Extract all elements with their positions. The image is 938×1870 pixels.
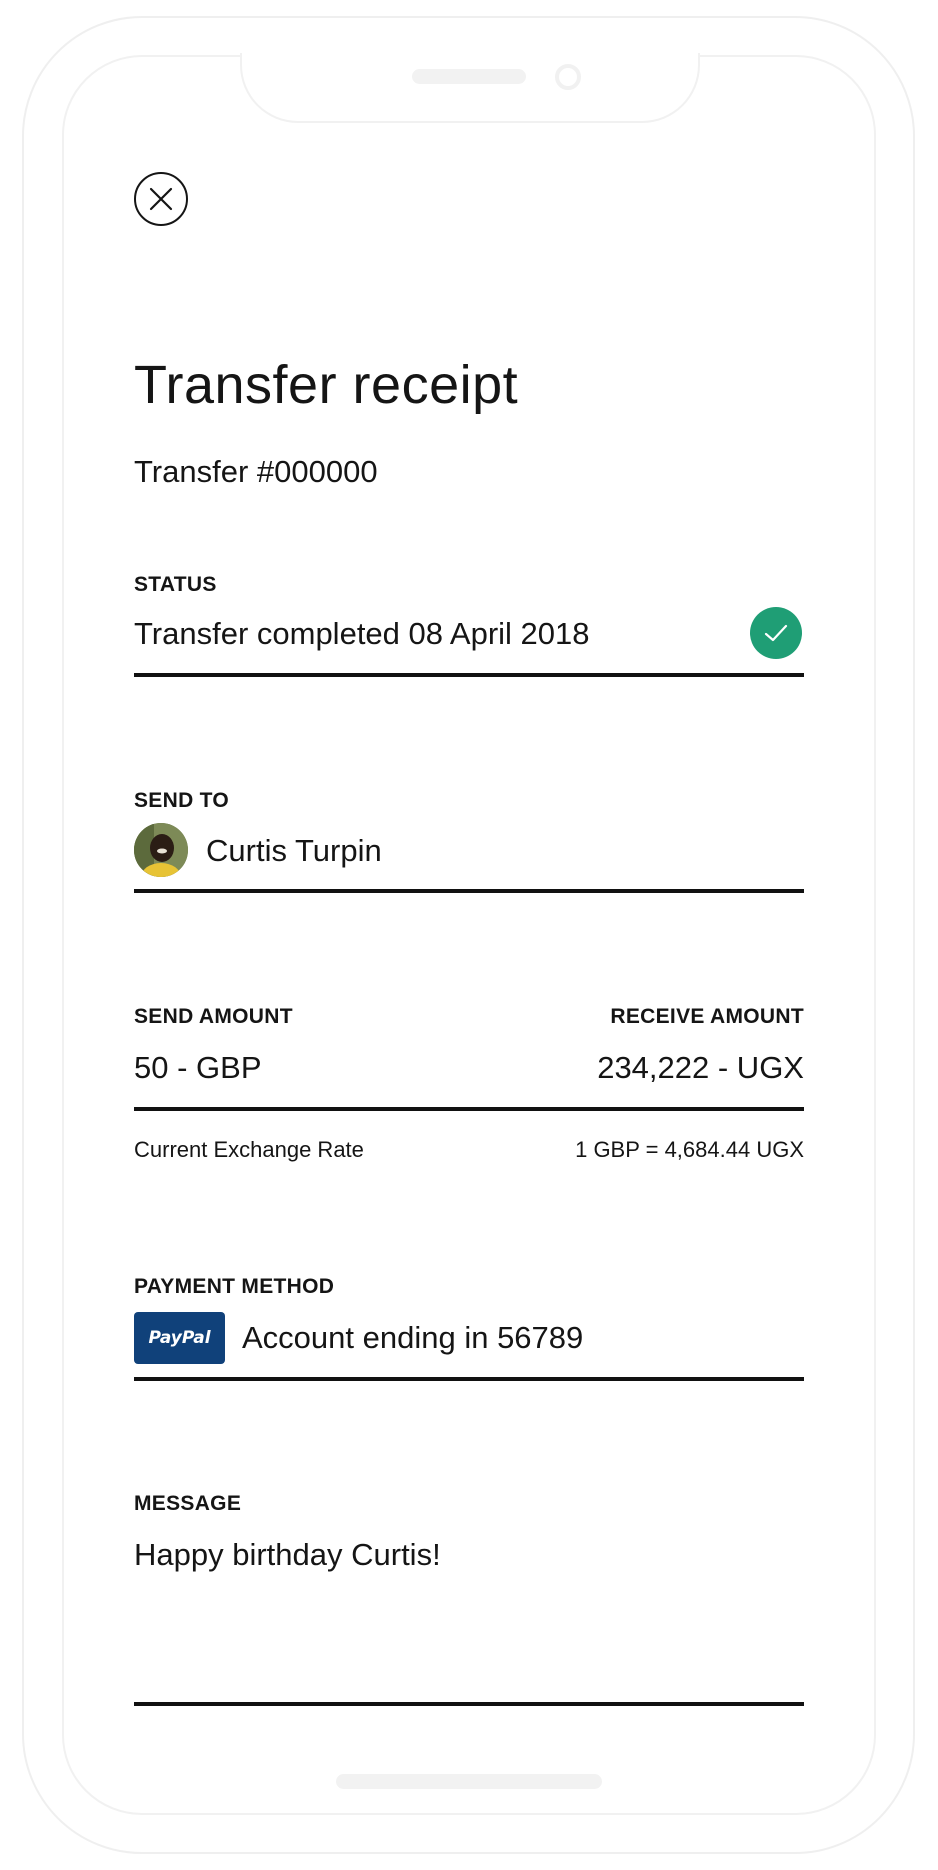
receive-amount-label: RECEIVE AMOUNT [610, 1005, 804, 1028]
payment-account: Account ending in 56789 [242, 1320, 584, 1355]
close-button[interactable] [134, 172, 188, 226]
receive-amount-value: 234,222 - UGX [597, 1050, 804, 1085]
payment-divider [134, 1377, 804, 1381]
exchange-rate-label: Current Exchange Rate [134, 1137, 364, 1162]
checkmark-icon [750, 607, 802, 659]
close-icon [149, 187, 173, 211]
front-camera [555, 64, 581, 90]
send-amount-value: 50 - GBP [134, 1050, 262, 1085]
amount-divider [134, 1107, 804, 1111]
message-divider [134, 1702, 804, 1706]
avatar [134, 823, 188, 877]
paypal-logo: PayPal [134, 1312, 225, 1364]
message-label: MESSAGE [134, 1492, 242, 1515]
status-value: Transfer completed 08 April 2018 [134, 616, 590, 651]
speaker-grille [412, 69, 526, 84]
message-text: Happy birthday Curtis! [134, 1537, 441, 1572]
home-indicator[interactable] [336, 1774, 602, 1789]
payment-method-label: PAYMENT METHOD [134, 1275, 335, 1298]
send-amount-label: SEND AMOUNT [134, 1005, 293, 1028]
status-label: STATUS [134, 573, 217, 596]
recipient-name: Curtis Turpin [206, 833, 382, 868]
exchange-rate-value: 1 GBP = 4,684.44 UGX [575, 1137, 804, 1162]
send-to-label: SEND TO [134, 789, 230, 812]
send-to-divider [134, 889, 804, 893]
device-notch [240, 53, 700, 123]
page-title: Transfer receipt [134, 355, 519, 415]
status-divider [134, 673, 804, 677]
transfer-number: Transfer #000000 [134, 454, 378, 489]
